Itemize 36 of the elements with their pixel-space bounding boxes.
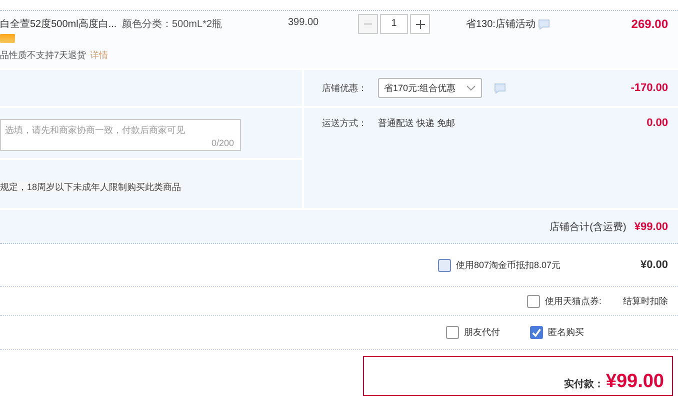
minus-button[interactable] <box>358 14 378 34</box>
promotion-text: 省130:店铺活动 <box>466 18 536 31</box>
plus-icon[interactable] <box>416 20 424 28</box>
option-label[interactable]: 使用天猫点券: <box>545 294 602 308</box>
discount-amount: -170.00 <box>630 82 668 94</box>
product-spec: 颜色分类：500mL*2瓶 <box>122 18 224 32</box>
option-label[interactable]: 匿名购买 <box>548 326 584 339</box>
subtotal-amount: ¥99.00 <box>634 220 668 232</box>
chat-bubble-icon[interactable] <box>494 82 506 94</box>
checkbox[interactable] <box>446 326 459 339</box>
unit-price: 399.00 <box>288 17 320 30</box>
age-notice: 规定，18周岁以下未成年人限制购买此类商品 <box>0 182 182 192</box>
option-label[interactable]: 使用807淘金币抵扣8.07元 <box>456 258 561 272</box>
chat-bubble-icon[interactable] <box>538 19 550 30</box>
checkbox[interactable] <box>527 294 540 308</box>
discount-dropdown[interactable]: 省170元:组合优惠 <box>378 78 482 98</box>
shipping-method: 普通配送 快递 免邮 <box>378 116 456 130</box>
checkbox[interactable] <box>530 326 543 339</box>
item-total: 269.00 <box>630 17 669 33</box>
shipping-label: 运送方式： <box>322 116 368 130</box>
plus-button[interactable] <box>410 14 430 34</box>
discount-label: 店铺优惠： <box>322 82 368 94</box>
shipping-amount: 0.00 <box>646 117 668 129</box>
product-name[interactable]: 白全萱52度500ml高度白... <box>0 17 118 31</box>
option-label[interactable]: 朋友代付 <box>464 326 500 339</box>
checkbox[interactable] <box>438 258 451 272</box>
character-count: 0/200 <box>211 138 234 148</box>
coin-amount: ¥0.00 <box>640 259 668 271</box>
card-badge-icon <box>0 34 15 43</box>
payment-amount: ¥99.00 <box>606 371 664 393</box>
deduction-note: 结算时扣除 <box>623 294 668 308</box>
caret-icon <box>466 85 476 91</box>
quantity-field[interactable]: 1 <box>380 14 408 34</box>
payment-label: 实付款： <box>564 377 604 391</box>
return-policy-text: 品性质不支持7天退货 <box>0 50 86 60</box>
subtotal-label: 店铺合计(含运费) <box>550 220 626 234</box>
